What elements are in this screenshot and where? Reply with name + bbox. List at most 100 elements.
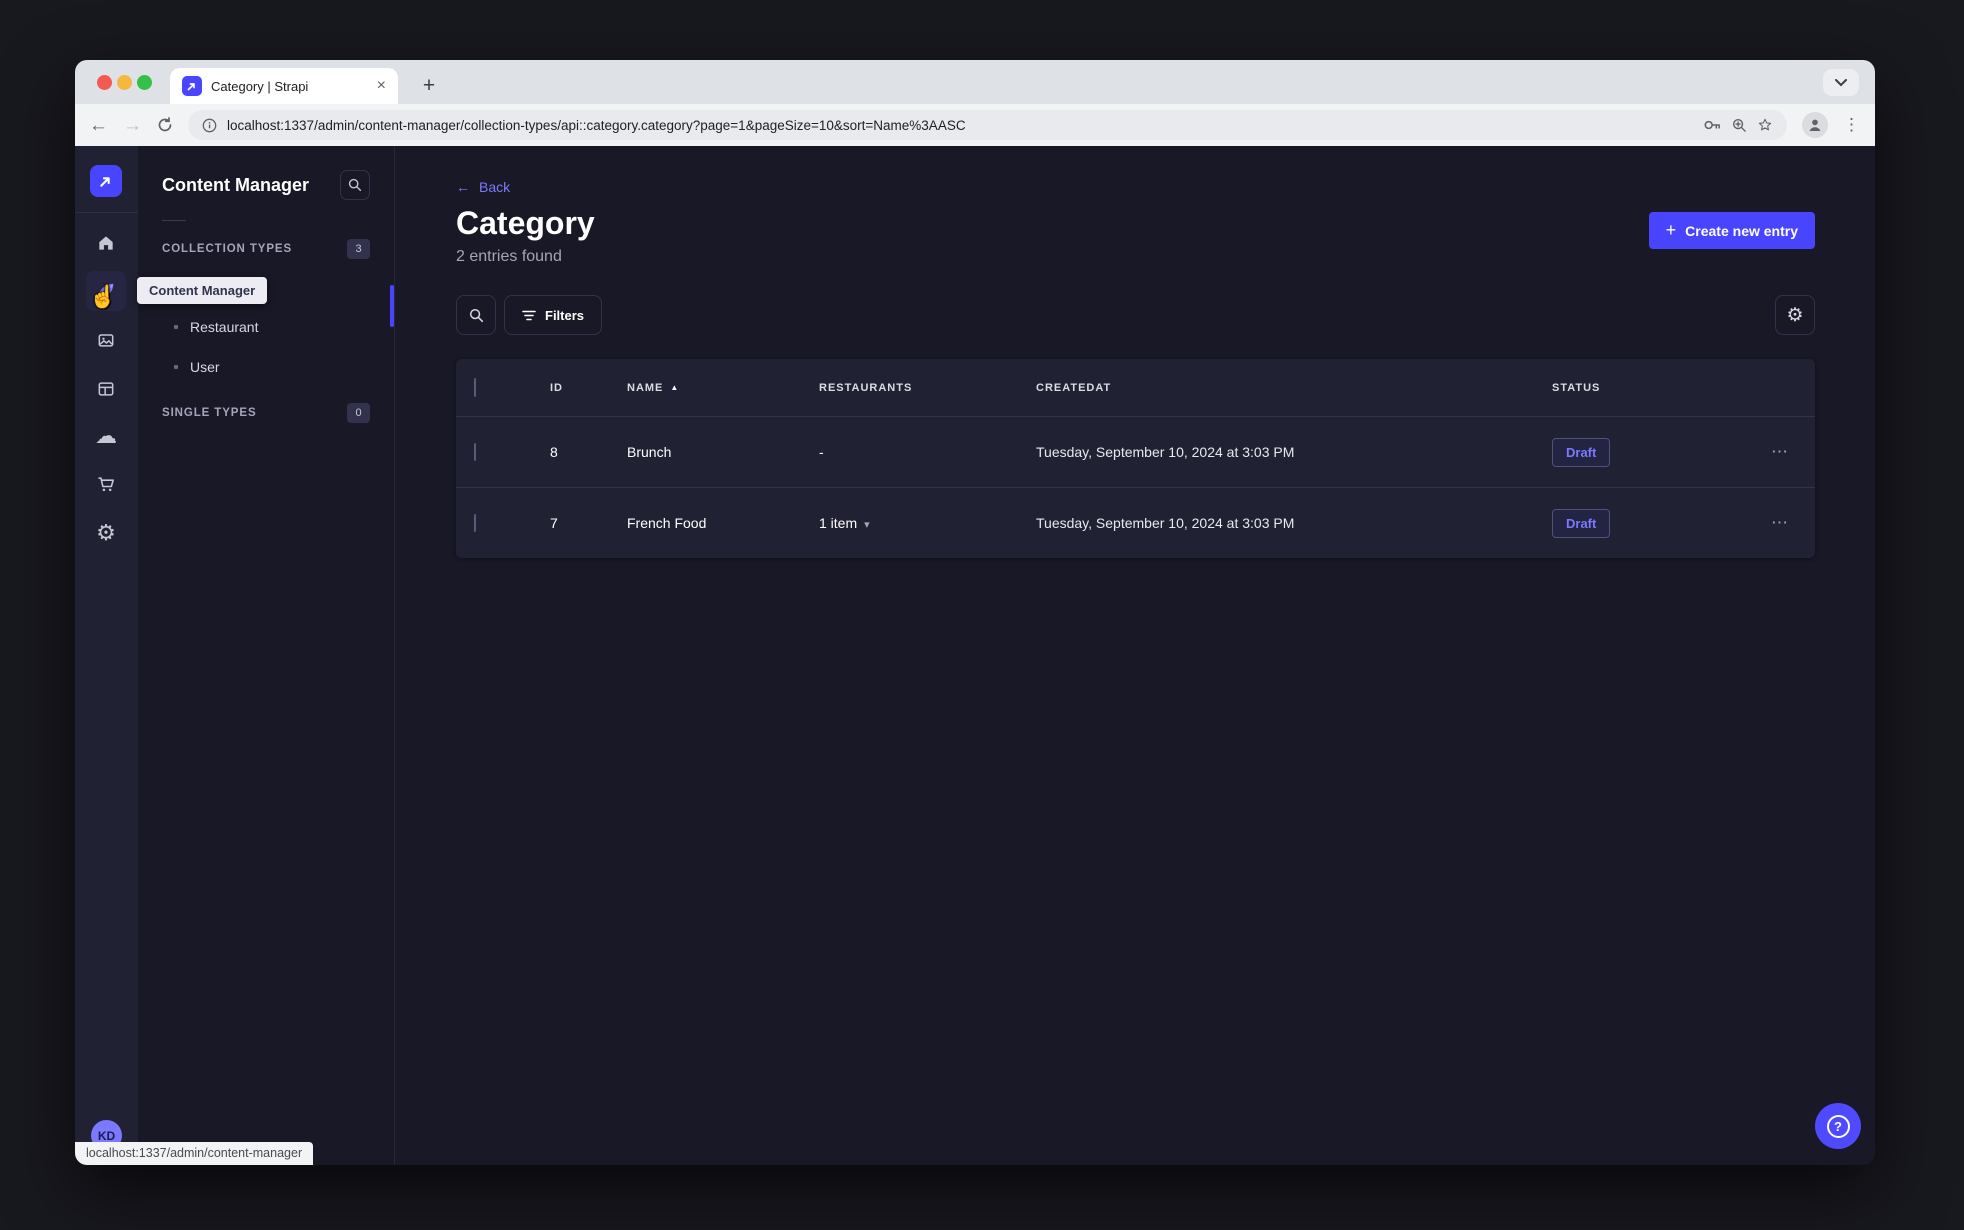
table-header-row: ID NAME ▲ RESTAURANTS CREATEDAT STATUS (456, 359, 1815, 416)
browser-tab[interactable]: Category | Strapi × (170, 68, 398, 104)
status-badge: Draft (1552, 437, 1611, 467)
gear-icon: ⚙ (96, 520, 116, 545)
star-icon (1758, 118, 1772, 131)
sidebar-item-settings[interactable]: ⚙ (86, 513, 126, 553)
strapi-logo-icon[interactable] (90, 165, 122, 197)
column-header-restaurants[interactable]: RESTAURANTS (819, 382, 1036, 394)
sidebar-item-marketplace[interactable] (86, 464, 126, 504)
table-row[interactable]: 7 French Food 1 item ▾ Tuesday, September… (456, 487, 1815, 558)
sort-asc-icon: ▲ (670, 383, 680, 392)
back-button[interactable]: ← (89, 116, 108, 135)
browser-menu-button[interactable]: ⋮ (1843, 115, 1861, 135)
subnav-divider (162, 220, 186, 221)
filters-button[interactable]: Filters (504, 295, 603, 335)
url-field[interactable]: localhost:1337/admin/content-manager/col… (188, 110, 1787, 140)
password-manager-button[interactable] (1703, 119, 1722, 131)
column-header-id[interactable]: ID (550, 382, 627, 394)
strapi-admin-app: ☁ ⚙ KD ☝ Content Manager COLLECTION TYPE… (75, 146, 1875, 1165)
profile-button[interactable] (1802, 112, 1828, 138)
entries-count: 2 entries found (456, 248, 562, 265)
cell-createdat: Tuesday, September 10, 2024 at 3:03 PM (1036, 444, 1295, 460)
close-window-button[interactable] (97, 75, 112, 90)
rail-divider (75, 212, 138, 213)
main-content: ← Back Category 2 entries found + Create… (396, 146, 1875, 1165)
sidebar-item-content-type-builder[interactable] (86, 369, 126, 409)
person-icon (1809, 119, 1821, 131)
bullet-icon (174, 365, 178, 369)
gear-icon: ⚙ (1786, 304, 1804, 326)
page-title: Category (456, 205, 595, 241)
subnav-item-restaurant[interactable]: Restaurant (162, 307, 370, 347)
tab-search-button[interactable] (1823, 69, 1859, 96)
table-row[interactable]: 8 Brunch - Tuesday, September 10, 2024 a… (456, 416, 1815, 487)
zoom-window-button[interactable] (137, 75, 152, 90)
column-header-status[interactable]: STATUS (1552, 382, 1742, 394)
info-icon[interactable] (202, 118, 217, 133)
column-header-createdat[interactable]: CREATEDAT (1036, 382, 1552, 394)
sidebar-item-home[interactable] (86, 223, 126, 263)
chevron-down-icon (1835, 78, 1847, 86)
help-button[interactable]: ? (1815, 1103, 1861, 1149)
cell-id: 7 (550, 515, 558, 531)
magnifier-plus-icon (1732, 118, 1746, 132)
sidebar-item-media-library[interactable] (86, 320, 126, 360)
bookmark-button[interactable] (1757, 117, 1773, 133)
minimize-window-button[interactable] (117, 75, 132, 90)
cloud-icon: ☁ (95, 423, 117, 448)
create-new-entry-button[interactable]: + Create new entry (1648, 212, 1815, 249)
strapi-favicon-icon (182, 76, 202, 96)
active-item-indicator (390, 285, 394, 327)
cell-createdat: Tuesday, September 10, 2024 at 3:03 PM (1036, 515, 1295, 531)
cell-id: 8 (550, 444, 558, 460)
sidebar-item-cloud[interactable]: ☁ (86, 416, 126, 456)
browser-status-bar: localhost:1337/admin/content-manager (75, 1142, 314, 1165)
table-search-button[interactable] (456, 295, 496, 335)
row-actions-button[interactable]: ⋯ (1742, 513, 1815, 533)
row-checkbox[interactable] (474, 514, 476, 532)
back-link[interactable]: ← Back (456, 179, 510, 195)
tab-close-icon[interactable]: × (377, 78, 386, 94)
url-text: localhost:1337/admin/content-manager/col… (227, 117, 966, 133)
select-all-checkbox[interactable] (474, 377, 476, 397)
subnav-search-button[interactable] (340, 170, 370, 200)
subnav-item-user[interactable]: User (162, 347, 370, 387)
content-manager-tooltip: Content Manager (137, 277, 268, 304)
row-actions-button[interactable]: ⋯ (1742, 442, 1815, 462)
back-arrow-icon: ← (456, 179, 470, 195)
cell-restaurants: - (819, 444, 824, 460)
traffic-lights (97, 75, 152, 90)
tab-strip: Category | Strapi × + (75, 60, 1875, 104)
browser-toolbar: ← → localhost:1337/admin/content-manager… (75, 104, 1875, 146)
images-icon (98, 334, 114, 347)
cart-icon (98, 477, 114, 492)
zoom-page-button[interactable] (1732, 118, 1747, 133)
forward-button[interactable]: → (123, 116, 142, 135)
layout-icon (98, 382, 114, 396)
table-settings-button[interactable]: ⚙ (1775, 295, 1815, 335)
caret-down-icon: ▾ (864, 519, 870, 531)
search-icon (469, 308, 483, 322)
question-mark-icon: ? (1826, 1114, 1850, 1138)
collection-types-count-badge: 3 (347, 239, 370, 259)
single-types-label: SINGLE TYPES (162, 407, 257, 419)
collection-types-label: COLLECTION TYPES (162, 243, 293, 255)
new-tab-button[interactable]: + (415, 72, 443, 100)
subnav-title: Content Manager (162, 174, 310, 195)
browser-window: Category | Strapi × + ← → localhost:1337… (75, 60, 1875, 1165)
single-types-count-badge: 0 (347, 403, 370, 423)
home-icon (99, 236, 113, 250)
cell-restaurants[interactable]: 1 item ▾ (819, 515, 1036, 531)
filter-icon (522, 310, 536, 320)
tab-title: Category | Strapi (211, 78, 309, 94)
entries-table: ID NAME ▲ RESTAURANTS CREATEDAT STATUS 8 … (456, 359, 1815, 558)
status-badge: Draft (1552, 508, 1611, 538)
mouse-cursor-icon: ☝ (89, 284, 117, 309)
key-icon (1704, 120, 1720, 130)
cell-name: French Food (627, 515, 707, 531)
row-checkbox[interactable] (474, 443, 476, 461)
bullet-icon (174, 325, 178, 329)
reload-button[interactable] (157, 117, 173, 133)
plus-icon: + (1665, 220, 1677, 240)
column-header-name[interactable]: NAME ▲ (627, 382, 819, 394)
cell-name: Brunch (627, 444, 672, 460)
